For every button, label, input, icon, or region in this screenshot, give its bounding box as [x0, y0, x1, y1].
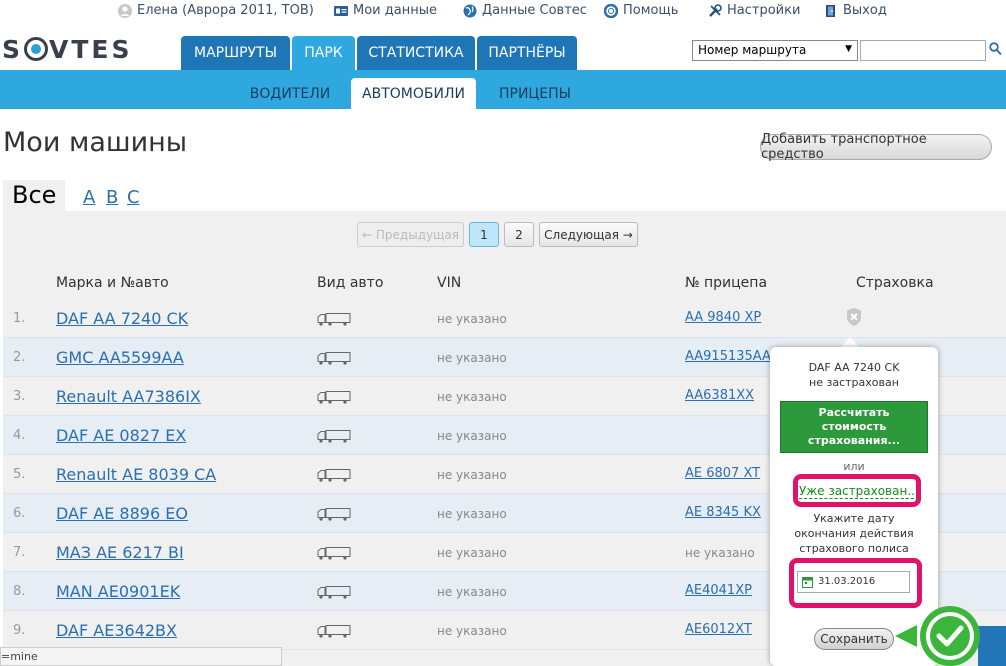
truck-icon [317, 350, 351, 365]
sovtes-data-link[interactable]: Данные Совтес [463, 3, 587, 18]
vehicle-link[interactable]: Renault AE 8039 CA [56, 465, 216, 484]
vin-value: не указано [437, 585, 507, 599]
settings-link[interactable]: Настройки [708, 3, 800, 18]
top-bar: Елена (Аврора 2011, ТОВ) Мои данные Данн… [0, 0, 1006, 24]
tab-park[interactable]: ПАРК [292, 36, 355, 70]
vin-value: не указано [437, 624, 507, 638]
popup-status: не застрахован [809, 376, 899, 389]
calculate-insurance-button[interactable]: Рассчитать стоимость страхования... [780, 401, 928, 453]
route-search-input[interactable] [860, 40, 986, 61]
save-button[interactable]: Сохранить [814, 628, 894, 650]
vin-value: не указано [437, 390, 507, 404]
page-title: Мои машины [3, 127, 188, 158]
subtab-vehicles[interactable]: АВТОМОБИЛИ [351, 78, 476, 109]
truck-icon [317, 389, 351, 404]
column-header-vin: VIN [437, 275, 462, 291]
filter-letter-a[interactable]: A [83, 187, 95, 208]
globe-icon [463, 4, 477, 17]
pagination-page-2[interactable]: 2 [504, 222, 534, 247]
column-header-trailer: № прицепа [685, 275, 768, 291]
help-link[interactable]: Помощь [604, 3, 678, 18]
row-number: 1. [13, 311, 26, 326]
vehicle-link[interactable]: Renault AA7386IX [56, 387, 201, 406]
filter-letter-c[interactable]: C [127, 187, 140, 208]
pagination-next[interactable]: Следующая → [539, 222, 638, 247]
truck-icon [317, 545, 351, 560]
header: S VTES МАРШРУТЫ ПАРК СТАТИСТИКА ПАРТНЁРЫ … [0, 24, 1006, 70]
green-checkmark-icon [895, 606, 980, 666]
subtab-trailers[interactable]: ПРИЦЕПЫ [488, 78, 582, 109]
vin-value: не указано [437, 468, 507, 482]
tab-routes[interactable]: МАРШРУТЫ [181, 36, 290, 70]
row-number: 6. [13, 506, 26, 521]
trailer-link[interactable]: AA6381XX [685, 388, 754, 403]
vin-value: не указано [437, 312, 507, 326]
vehicle-link[interactable]: MAN AE0901EK [56, 582, 180, 601]
vehicle-link[interactable]: DAF AA 7240 CK [56, 309, 188, 328]
lifebuoy-icon [604, 3, 618, 18]
truck-icon [317, 623, 351, 638]
calendar-icon[interactable] [802, 577, 813, 588]
pagination-page-1[interactable]: 1 [469, 222, 499, 247]
policy-end-date-input[interactable]: 31.03.2016 [797, 571, 910, 593]
truck-icon [317, 506, 351, 521]
my-data-link[interactable]: Мои данные [334, 3, 437, 18]
trailer-link: не указано [685, 546, 755, 560]
vehicle-link[interactable]: DAF AE 0827 EX [56, 426, 186, 445]
truck-icon [317, 584, 351, 599]
vin-value: не указано [437, 429, 507, 443]
search-icon[interactable] [989, 42, 1002, 56]
user-icon [118, 3, 132, 18]
user-name: Елена (Аврора 2011, ТОВ) [137, 3, 314, 18]
row-number: 9. [13, 623, 26, 638]
trailer-link[interactable]: AE6012XT [685, 622, 752, 637]
user-menu[interactable]: Елена (Аврора 2011, ТОВ) [118, 3, 314, 18]
sub-navigation: ВОДИТЕЛИ АВТОМОБИЛИ ПРИЦЕПЫ [0, 70, 1006, 109]
tab-partners[interactable]: ПАРТНЁРЫ [477, 36, 577, 70]
sovtes-logo[interactable]: S VTES [2, 35, 133, 64]
vin-value: не указано [437, 546, 507, 560]
dropdown-arrow-icon: ▼ [845, 44, 852, 54]
column-header-type: Вид авто [317, 275, 384, 291]
add-vehicle-button[interactable]: Добавить транспортное средство [760, 132, 992, 162]
row-number: 3. [13, 389, 26, 404]
vehicle-link[interactable]: DAF AE 8896 EO [56, 504, 188, 523]
logout-link[interactable]: Выход [824, 3, 887, 18]
tools-icon [709, 3, 722, 17]
truck-icon [317, 428, 351, 443]
shield-uninsured-icon[interactable] [845, 307, 863, 327]
tab-statistics[interactable]: СТАТИСТИКА [357, 36, 475, 70]
column-header-insurance: Страховка [856, 275, 934, 291]
column-header-model: Марка и №авто [56, 275, 169, 291]
trailer-link[interactable]: AA915135AA [685, 349, 771, 364]
filter-letter-b[interactable]: B [106, 187, 118, 208]
popup-car: DAF AA 7240 CK [808, 361, 900, 374]
popup-or-label: или [843, 460, 865, 473]
vehicle-link[interactable]: GMC AA5599AA [56, 348, 184, 367]
status-bar: =mine [0, 647, 282, 666]
row-number: 7. [13, 545, 26, 560]
exit-door-icon [826, 4, 835, 17]
vin-value: не указано [437, 507, 507, 521]
already-insured-link[interactable]: Уже застрахован... [799, 484, 919, 499]
route-number-select[interactable]: Номер маршрута ▼ [692, 40, 858, 61]
trailer-link[interactable]: AE 6807 XT [685, 466, 760, 481]
truck-icon [317, 467, 351, 482]
row-number: 8. [13, 584, 26, 599]
vehicle-link[interactable]: DAF AE3642BX [56, 621, 177, 640]
truck-icon [317, 311, 351, 326]
trailer-link[interactable]: AE4041XP [685, 583, 752, 598]
filter-all-tab[interactable]: Все [3, 180, 65, 212]
id-card-icon [334, 5, 348, 16]
row-number: 4. [13, 428, 26, 443]
popup-instruction: Укажите дату окончания действия страхово… [794, 512, 914, 555]
subtab-drivers[interactable]: ВОДИТЕЛИ [240, 78, 340, 109]
row-number: 2. [13, 350, 26, 365]
trailer-link[interactable]: AE 8345 KX [685, 505, 761, 520]
vin-value: не указано [437, 351, 507, 365]
pagination-prev[interactable]: ← Предыдущая [357, 222, 464, 247]
vehicle-link[interactable]: МАЗ AE 6217 BI [56, 543, 184, 562]
row-number: 5. [13, 467, 26, 482]
trailer-link[interactable]: AA 9840 XP [685, 310, 761, 325]
